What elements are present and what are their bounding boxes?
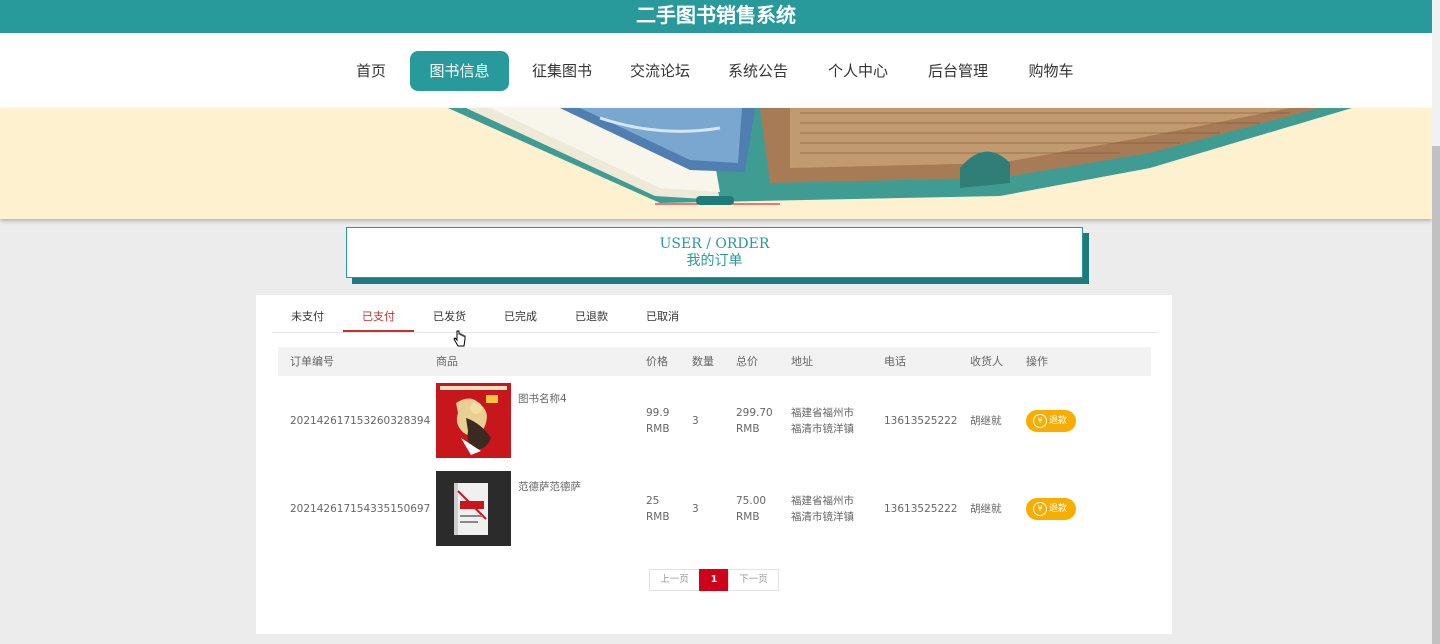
- phone: 13613525222: [884, 503, 958, 515]
- order-number: 202142617154335150697: [290, 503, 431, 515]
- address-line1: 福建省福州市: [791, 407, 854, 419]
- nav-forum[interactable]: 交流论坛: [625, 51, 695, 91]
- price-value: 99.9: [646, 407, 670, 419]
- product-name[interactable]: 图书名称4: [518, 391, 567, 406]
- section-title-en: USER / ORDER: [659, 236, 770, 252]
- col-action: 操作: [1026, 355, 1048, 368]
- tab-cancelled[interactable]: 已取消: [627, 307, 698, 331]
- tab-unpaid[interactable]: 未支付: [272, 307, 343, 331]
- total-unit: RMB: [736, 511, 760, 523]
- refund-button[interactable]: ¥ 退款: [1026, 498, 1076, 520]
- tab-refunded[interactable]: 已退款: [556, 307, 627, 331]
- refund-button[interactable]: ¥ 退款: [1026, 410, 1076, 432]
- col-quantity: 数量: [692, 355, 714, 368]
- receiver: 胡继就: [970, 503, 1002, 515]
- site-title-bar: 二手图书销售系统: [0, 0, 1432, 33]
- phone: 13613525222: [884, 415, 958, 427]
- price-value: 25: [646, 495, 660, 507]
- total-cell: 75.00 RMB: [736, 493, 766, 525]
- order-status-tabs: 未支付 已支付 已发货 已完成 已退款 已取消: [272, 307, 1158, 347]
- tab-completed[interactable]: 已完成: [485, 307, 556, 331]
- address-cell: 福建省福州市 福清市镜洋镇: [791, 493, 854, 525]
- col-order-no: 订单编号: [290, 355, 334, 368]
- next-page-button[interactable]: 下一页: [728, 569, 779, 591]
- address-line2: 福清市镜洋镇: [791, 511, 854, 523]
- address-line1: 福建省福州市: [791, 495, 854, 507]
- hand-cursor-icon: [453, 330, 466, 347]
- book-cover-image[interactable]: [436, 471, 511, 546]
- total-cell: 299.70 RMB: [736, 405, 773, 437]
- nav-personal-center[interactable]: 个人中心: [823, 51, 893, 91]
- table-row: 202142617153260328394 图书名称4 99.9 RMB 3 2…: [278, 383, 1151, 471]
- banner-carousel: [0, 108, 1432, 219]
- col-receiver: 收货人: [970, 355, 1003, 368]
- main-nav: 首页 图书信息 征集图书 交流论坛 系统公告 个人中心 后台管理 购物车: [0, 33, 1432, 108]
- col-total: 总价: [736, 355, 758, 368]
- refund-label: 退款: [1049, 504, 1068, 514]
- nav-announcements[interactable]: 系统公告: [723, 51, 793, 91]
- col-product: 商品: [436, 355, 458, 368]
- order-panel: 未支付 已支付 已发货 已完成 已退款 已取消 订单编号 商品 价格 数量 总价…: [256, 295, 1172, 634]
- nav-collect-books[interactable]: 征集图书: [527, 51, 597, 91]
- table-row: 202142617154335150697 范德萨范德萨 25 RMB 3 75…: [278, 471, 1151, 559]
- nav-home[interactable]: 首页: [346, 51, 396, 91]
- site-title: 二手图书销售系统: [636, 3, 796, 27]
- nav-admin[interactable]: 后台管理: [923, 51, 993, 91]
- nav-cart[interactable]: 购物车: [1023, 51, 1079, 91]
- scrollbar-thumb[interactable]: [1432, 146, 1440, 644]
- total-value: 75.00: [736, 495, 767, 507]
- tab-paid[interactable]: 已支付: [343, 307, 414, 332]
- price-cell: 25 RMB: [646, 493, 670, 525]
- order-table-header: 订单编号 商品 价格 数量 总价 地址 电话 收货人 操作: [278, 347, 1151, 376]
- col-phone: 电话: [884, 355, 906, 368]
- col-address: 地址: [791, 355, 813, 368]
- receiver: 胡继就: [970, 415, 1002, 427]
- address-line2: 福清市镜洋镇: [791, 423, 854, 435]
- page-number-current[interactable]: 1: [699, 569, 729, 591]
- yen-icon: ¥: [1033, 502, 1047, 516]
- address-cell: 福建省福州市 福清市镜洋镇: [791, 405, 854, 437]
- yen-icon: ¥: [1033, 414, 1047, 428]
- page-scrollbar[interactable]: [1432, 0, 1440, 644]
- section-title-cn: 我的订单: [686, 253, 743, 269]
- col-price: 价格: [646, 355, 668, 368]
- nav-book-info[interactable]: 图书信息: [410, 51, 509, 91]
- total-value: 299.70: [736, 407, 773, 419]
- section-title-box: USER / ORDER 我的订单: [346, 227, 1083, 278]
- order-number: 202142617153260328394: [290, 415, 431, 427]
- refund-label: 退款: [1049, 416, 1068, 426]
- quantity: 3: [692, 503, 699, 515]
- open-book-illustration: [448, 108, 1352, 205]
- price-unit: RMB: [646, 423, 670, 435]
- price-cell: 99.9 RMB: [646, 405, 670, 437]
- total-unit: RMB: [736, 423, 760, 435]
- book-cover-image[interactable]: [436, 383, 511, 458]
- tab-shipped[interactable]: 已发货: [414, 307, 485, 331]
- price-unit: RMB: [646, 511, 670, 523]
- prev-page-button[interactable]: 上一页: [649, 569, 700, 591]
- product-name[interactable]: 范德萨范德萨: [518, 479, 581, 494]
- quantity: 3: [692, 415, 699, 427]
